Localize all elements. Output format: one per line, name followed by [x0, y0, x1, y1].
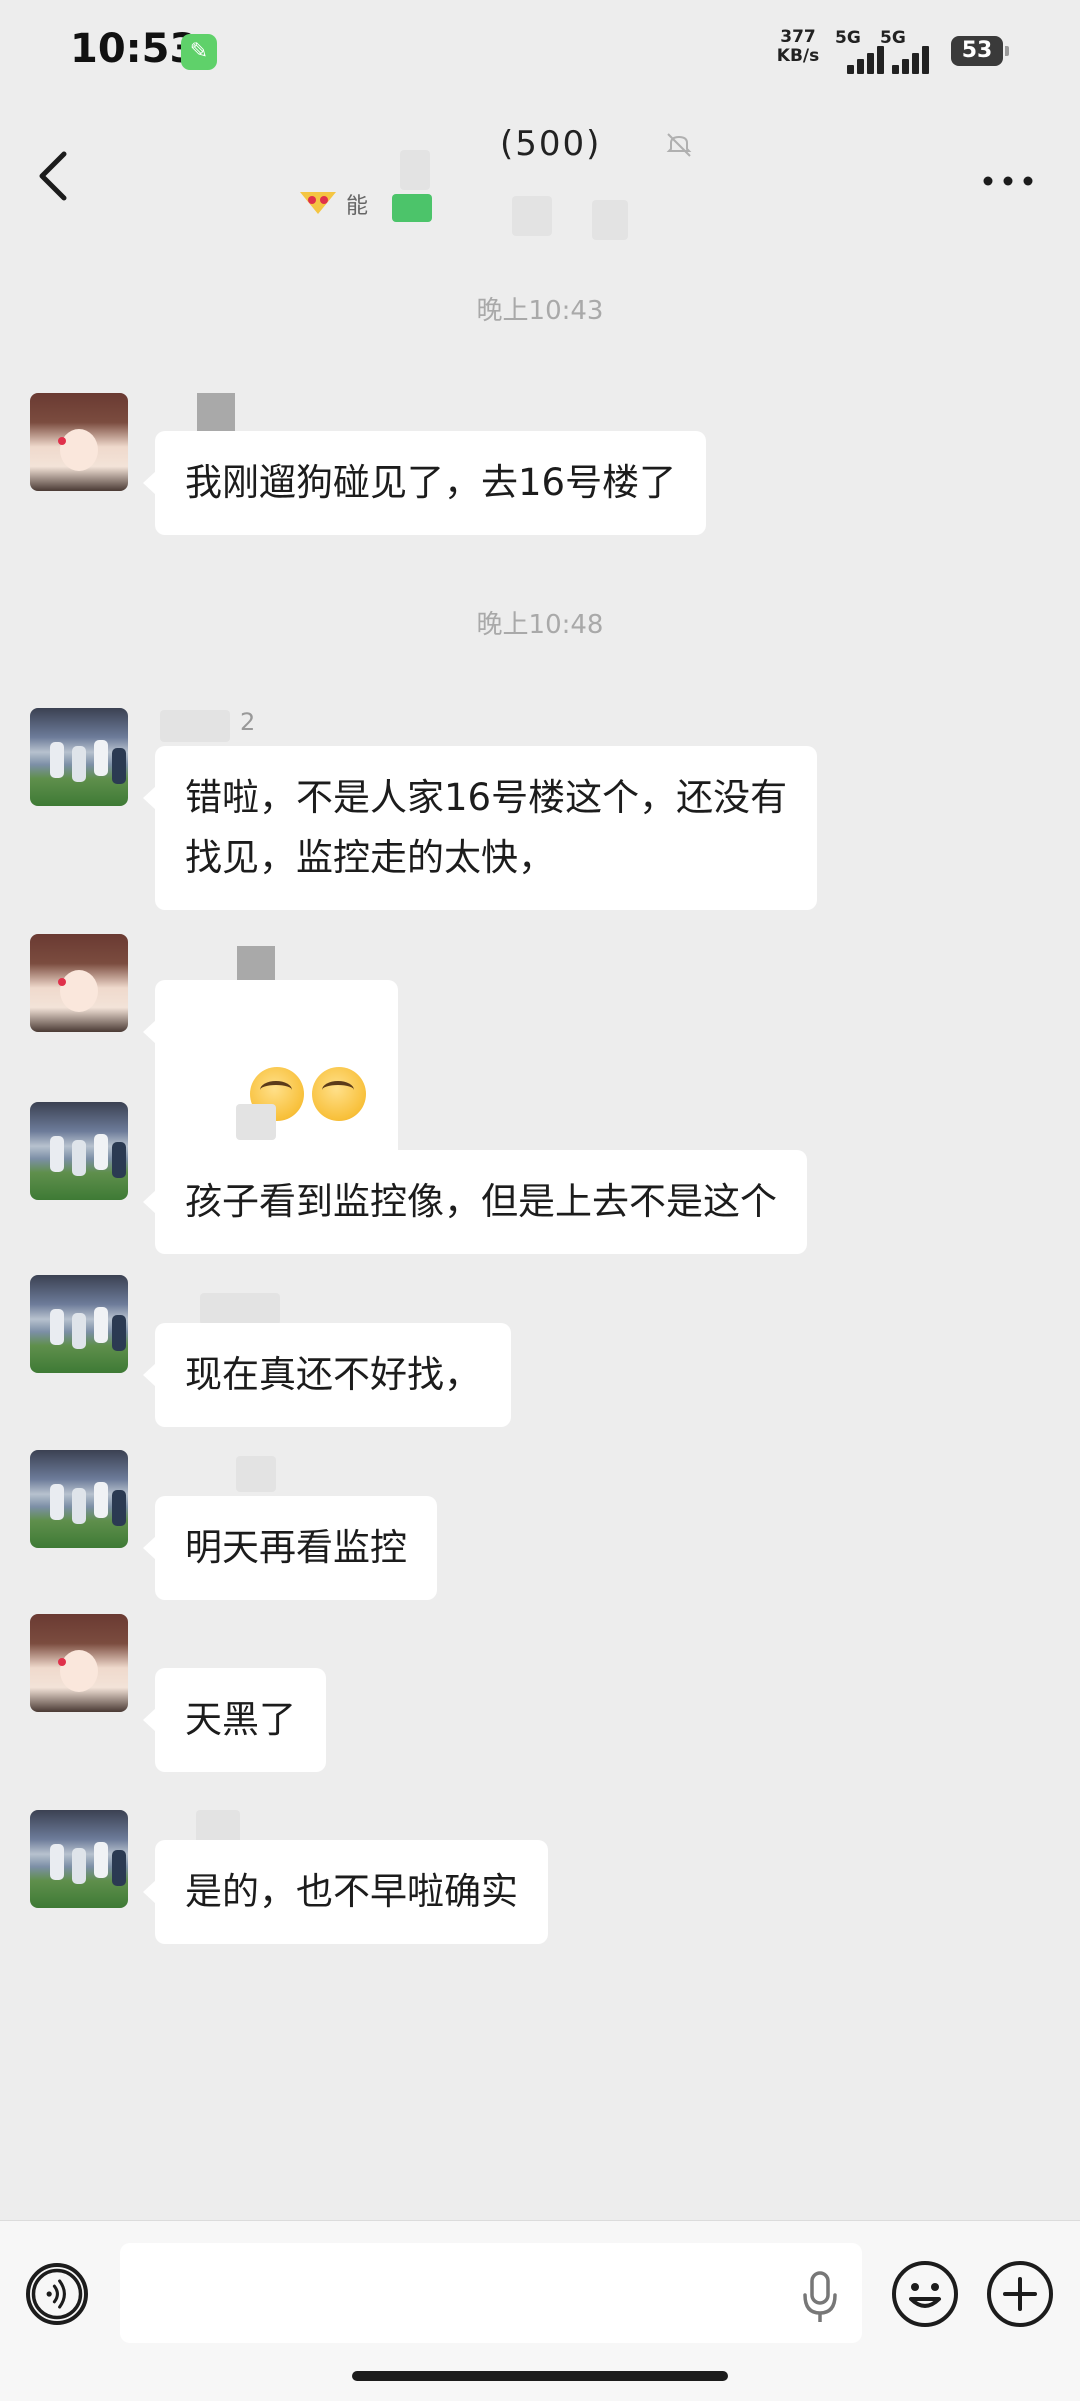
avatar[interactable] — [30, 1275, 128, 1373]
network-speed-unit: KB/s — [776, 46, 820, 66]
timestamp: 晚上10:48 — [476, 610, 604, 640]
message-bubble[interactable]: 现在真还不好找， — [143, 1323, 511, 1427]
message-bubble[interactable]: 错啦，不是人家16号楼这个，还没有 找见，监控走的太快， — [142, 746, 818, 910]
signal-icon — [847, 46, 887, 74]
message-bubble[interactable]: 孩子看到监控像，但是上去不是这个 — [143, 1150, 807, 1254]
network-speed-value: 377 — [780, 27, 816, 47]
sender-name-redaction — [197, 393, 235, 431]
avatar[interactable] — [30, 934, 128, 1032]
wrench-icon: ✎ — [181, 34, 217, 70]
chat-screen: 10:53 ✎ 377 KB/s 5G 5G 53 (500) 能 晚上10:4… — [0, 0, 1080, 2401]
signal-icon — [892, 46, 932, 74]
sender-name-redaction — [236, 1104, 276, 1140]
facepalm-emoji — [311, 1066, 366, 1121]
network-speed: 377 KB/s — [768, 28, 828, 66]
group-note-redaction — [392, 194, 432, 222]
home-indicator[interactable] — [352, 2371, 728, 2381]
chat-title[interactable]: (500) — [500, 124, 601, 164]
battery-indicator: 53 — [951, 36, 1009, 66]
group-note: 能 — [346, 194, 369, 219]
chat-header: (500) 能 — [0, 110, 1080, 260]
header-redaction — [592, 200, 628, 240]
sim1-label: 5G — [835, 28, 861, 48]
avatar[interactable] — [30, 1614, 128, 1712]
sim2-label: 5G — [880, 28, 906, 48]
mute-icon — [666, 133, 692, 157]
sender-name-redaction — [237, 946, 275, 984]
voice-mode-icon[interactable] — [26, 2263, 88, 2325]
avatar[interactable] — [30, 708, 128, 806]
group-badge-icon — [300, 192, 336, 214]
message-bubble[interactable]: 天黑了 — [143, 1668, 326, 1772]
message-bubble[interactable]: 明天再看监控 — [143, 1496, 437, 1600]
avatar[interactable] — [30, 393, 128, 491]
avatar[interactable] — [30, 1102, 128, 1200]
status-time: 10:53 — [70, 26, 198, 72]
mic-icon[interactable] — [800, 2269, 840, 2325]
plus-icon[interactable] — [985, 2259, 1055, 2329]
sender-name-redaction — [236, 1456, 276, 1492]
status-bar: 10:53 ✎ 377 KB/s 5G 5G 53 — [0, 0, 1080, 110]
more-icon[interactable] — [978, 166, 1038, 196]
message-bubble[interactable]: 我刚遛狗碰见了，去16号楼了 — [142, 431, 707, 535]
avatar[interactable] — [30, 1450, 128, 1548]
message-input[interactable] — [120, 2243, 862, 2343]
title-redaction — [400, 150, 430, 190]
header-redaction — [512, 196, 552, 236]
avatar[interactable] — [30, 1810, 128, 1908]
timestamp: 晚上10:43 — [476, 296, 604, 326]
sender-name-redaction — [160, 710, 230, 742]
message-bubble[interactable]: 是的，也不早啦确实 — [143, 1840, 548, 1944]
sender-name-redaction — [200, 1293, 280, 1325]
emoji-icon[interactable] — [890, 2259, 960, 2329]
back-icon[interactable] — [30, 146, 80, 206]
sender-name: 2 — [240, 708, 256, 736]
